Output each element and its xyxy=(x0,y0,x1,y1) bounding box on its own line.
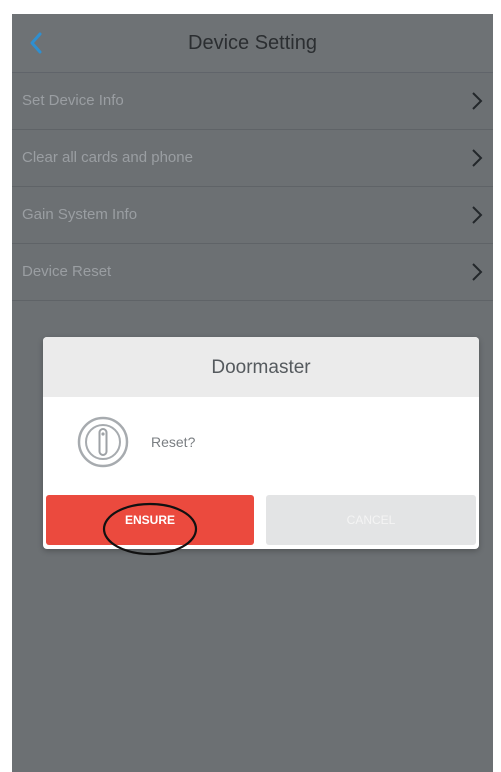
menu-item-label: Gain System Info xyxy=(22,206,138,223)
info-icon xyxy=(77,416,129,468)
dialog-title-bar: Doormaster xyxy=(43,337,479,397)
ensure-button[interactable]: ENSURE xyxy=(46,495,254,545)
page-title: Device Setting xyxy=(188,32,317,54)
menu-item-label: Device Reset xyxy=(22,263,112,280)
cancel-button[interactable]: CANCEL xyxy=(266,495,476,545)
chevron-right-icon xyxy=(472,263,483,281)
header-bar: Device Setting xyxy=(12,14,493,73)
menu-item-device-reset[interactable]: Device Reset xyxy=(12,244,493,301)
chevron-right-icon xyxy=(472,149,483,167)
device-setting-screen: Device Setting Set Device Info Clear all… xyxy=(12,14,493,772)
menu-item-gain-system-info[interactable]: Gain System Info xyxy=(12,187,493,244)
menu-item-set-device-info[interactable]: Set Device Info xyxy=(12,73,493,130)
chevron-right-icon xyxy=(472,206,483,224)
dialog-message: Reset? xyxy=(151,434,196,450)
menu-item-label: Set Device Info xyxy=(22,92,124,109)
settings-menu: Set Device Info Clear all cards and phon… xyxy=(12,73,493,301)
menu-item-label: Clear all cards and phone xyxy=(22,149,193,166)
dialog-title: Doormaster xyxy=(211,357,311,378)
reset-confirm-dialog: Doormaster Reset? ENSURE CANCEL xyxy=(43,337,479,549)
menu-item-clear-cards-phone[interactable]: Clear all cards and phone xyxy=(12,130,493,187)
chevron-right-icon xyxy=(472,92,483,110)
